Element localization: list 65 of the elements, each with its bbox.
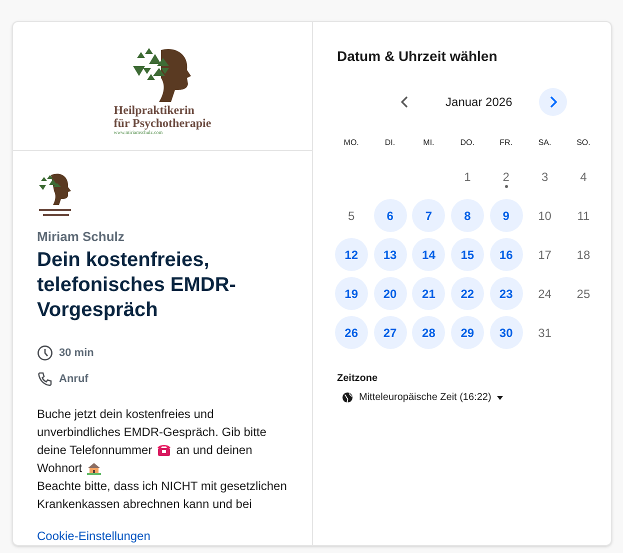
day-button[interactable]: 5 — [334, 199, 368, 232]
available-day-button[interactable]: 12 — [334, 238, 368, 271]
weekday-label: SO. — [576, 137, 592, 149]
available-day-button[interactable]: 26 — [334, 316, 368, 349]
available-day-button[interactable]: 30 — [490, 316, 523, 349]
day-button[interactable]: 10 — [528, 199, 562, 232]
weekday-label: MO. — [342, 137, 360, 149]
available-day-button[interactable]: 13 — [374, 238, 407, 271]
timezone-label: Zeitzone — [337, 372, 379, 386]
day-button[interactable]: 31 — [528, 316, 562, 349]
available-day-button[interactable]: 23 — [490, 277, 523, 310]
available-day-button[interactable]: 22 — [450, 277, 484, 310]
event-title: Dein kostenfreies, telefonisches EMDR-Vorgespräch — [37, 248, 237, 323]
available-day-button[interactable]: 8 — [450, 199, 484, 232]
house-icon — [87, 462, 102, 474]
weekday-label: FR. — [498, 137, 514, 149]
day-button[interactable]: 24 — [528, 277, 562, 310]
timezone-selector[interactable]: Mitteleuropäische Zeit (16:22) — [342, 390, 504, 405]
calendar-heading: Datum & Uhrzeit wählen — [337, 47, 498, 66]
meeting-type-text: Anruf — [59, 372, 88, 386]
description-text: deine Telefonnummer — [37, 442, 152, 459]
day-button[interactable]: 2 — [490, 160, 523, 193]
available-day-button[interactable]: 15 — [450, 238, 484, 271]
chevron-left-icon — [400, 96, 409, 108]
available-day-button[interactable]: 19 — [334, 277, 368, 310]
weekday-label: SA. — [537, 137, 552, 149]
weekday-label: MI. — [422, 137, 436, 149]
day-button[interactable]: 4 — [566, 160, 600, 193]
globe-icon — [342, 392, 353, 403]
available-day-button[interactable]: 29 — [450, 316, 484, 349]
description-text: unverbindliches EMDR-Gespräch. Gib bitte — [37, 424, 266, 441]
available-day-button[interactable]: 14 — [412, 238, 446, 271]
cookie-settings-link[interactable]: Cookie-Einstellungen — [37, 527, 150, 545]
available-day-button[interactable]: 28 — [412, 316, 446, 349]
description-text: an und deinen — [176, 442, 252, 459]
day-button[interactable]: 18 — [566, 238, 600, 271]
day-button[interactable]: 3 — [528, 160, 562, 193]
day-button[interactable]: 11 — [566, 199, 600, 232]
description-text: Wohnort — [37, 460, 82, 477]
clock-icon — [37, 345, 53, 362]
weekday-label: DI. — [384, 137, 396, 149]
available-day-button[interactable]: 21 — [412, 277, 446, 310]
caret-icon — [497, 396, 504, 400]
available-day-button[interactable]: 16 — [490, 238, 523, 271]
description-text: Krankenkassen abrechnen kann und bei — [37, 496, 252, 513]
description-text: Beachte bitte, dass ich NICHT mit gesetzlichen — [37, 478, 287, 495]
chevron-right-icon — [548, 96, 557, 108]
description-text: Buche jetzt dein kostenfreies und — [37, 406, 214, 423]
available-day-button[interactable]: 7 — [412, 199, 446, 232]
month-label: Januar 2026 — [444, 94, 514, 111]
duration-text: 30 min — [59, 346, 94, 361]
logo-text: für Psychotherapie — [114, 117, 212, 130]
telephone-icon — [157, 444, 172, 456]
day-button[interactable]: 17 — [528, 238, 562, 271]
host-name: Miriam Schulz — [37, 228, 126, 246]
phone-icon — [37, 370, 53, 387]
next-month-button[interactable] — [538, 88, 567, 116]
available-day-button[interactable]: 27 — [374, 316, 407, 349]
available-day-button[interactable]: 6 — [374, 199, 407, 232]
day-button[interactable]: 1 — [450, 160, 484, 193]
available-day-button[interactable]: 20 — [374, 277, 407, 310]
weekday-label: DO. — [459, 137, 476, 149]
day-button[interactable]: 25 — [566, 277, 600, 310]
logo-text: Heilpraktikerin — [114, 104, 194, 117]
available-day-button[interactable]: 9 — [490, 199, 523, 232]
